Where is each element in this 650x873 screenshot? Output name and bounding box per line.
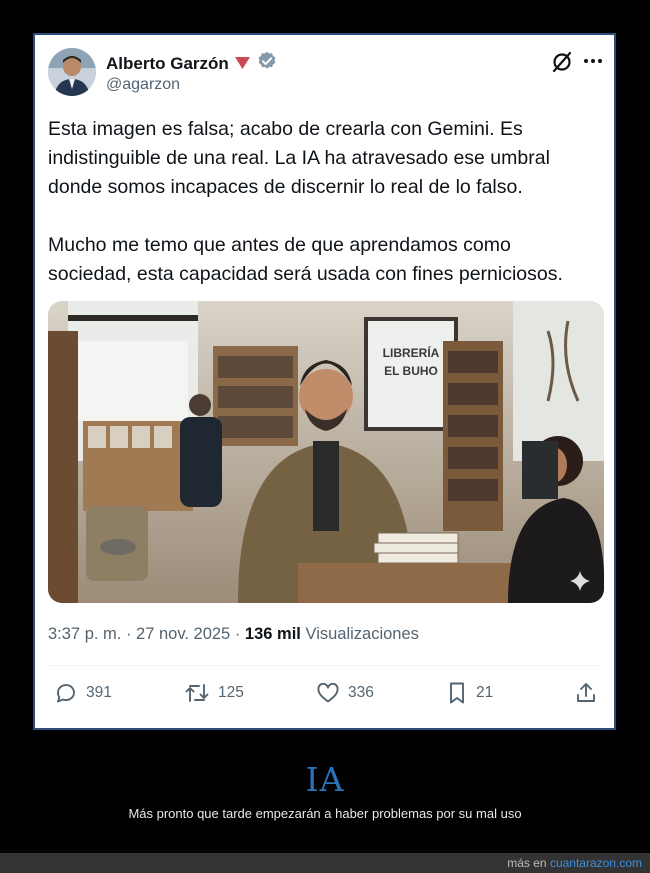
bookmark-button[interactable]: 21 xyxy=(446,681,493,705)
tweet-paragraph: Mucho me temo que antes de que aprendamo… xyxy=(48,234,563,285)
verified-badge-icon[interactable] xyxy=(257,51,277,76)
meta-separator: · xyxy=(121,625,137,643)
tweet-card: Alberto Garzón @agarzon Esta imagen es f… xyxy=(33,33,616,730)
display-name-row[interactable]: Alberto Garzón xyxy=(106,51,277,76)
bookmark-count: 21 xyxy=(476,684,494,701)
reply-button[interactable]: 391 xyxy=(54,681,112,705)
display-name[interactable]: Alberto Garzón xyxy=(106,54,229,74)
bookmark-icon xyxy=(450,682,464,704)
handle[interactable]: @agarzon xyxy=(106,76,180,94)
like-icon xyxy=(317,682,339,703)
more-icon[interactable] xyxy=(583,50,603,76)
meta-separator: · xyxy=(230,625,245,643)
grok-icon[interactable] xyxy=(551,51,573,78)
share-icon xyxy=(577,683,595,702)
views-count: 136 mil xyxy=(244,625,301,643)
tweet-time[interactable]: 3:37 p. m. xyxy=(48,625,121,643)
repost-count: 125 xyxy=(218,684,244,701)
action-bar: 391 125 336 21 xyxy=(48,681,604,711)
tweet-image[interactable]: LIBRERÍA EL BUHO xyxy=(48,301,604,603)
divider xyxy=(48,665,601,666)
site-link[interactable]: cuantarazon.com xyxy=(550,856,642,870)
avatar[interactable] xyxy=(48,48,96,96)
shop-sign-line1: LIBRERÍA xyxy=(383,345,440,360)
like-button[interactable]: 336 xyxy=(316,681,374,705)
red-triangle-flag-icon xyxy=(234,54,250,74)
site-footer-bar: más en cuantarazon.com xyxy=(0,853,650,873)
post-title: IA xyxy=(305,760,345,799)
tweet-paragraph: Esta imagen es falsa; acabo de crearla c… xyxy=(48,118,550,198)
repost-button[interactable]: 125 xyxy=(184,681,244,705)
views-label: Visualizaciones xyxy=(305,625,419,643)
share-button[interactable] xyxy=(574,681,598,705)
post-caption: Más pronto que tarde empezarán a haber p… xyxy=(128,806,522,821)
like-count: 336 xyxy=(348,684,374,701)
site-prefix: más en xyxy=(507,856,550,870)
tweet-date[interactable]: 27 nov. 2025 xyxy=(136,625,230,643)
tweet-text: Esta imagen es falsa; acabo de crearla c… xyxy=(48,115,598,289)
shop-sign-line2: EL BUHO xyxy=(384,364,438,378)
reply-count: 391 xyxy=(86,684,112,701)
reply-icon xyxy=(57,684,75,703)
repost-icon xyxy=(185,684,209,702)
tweet-meta: 3:37 p. m. · 27 nov. 2025 · 136 mil Visu… xyxy=(48,625,419,644)
